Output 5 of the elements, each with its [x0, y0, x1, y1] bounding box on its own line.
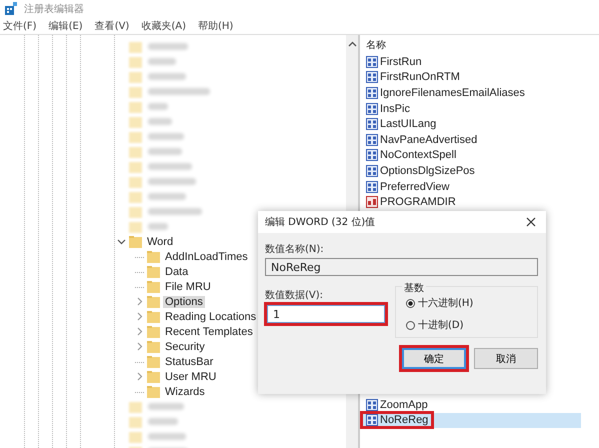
dialog-title: 编辑 DWORD (32 位)值 — [265, 216, 376, 229]
field-label: 数值数据(V): — [265, 289, 324, 302]
window-title: 注册表编辑器 — [24, 2, 84, 16]
group-label: 基数 — [402, 281, 426, 295]
field-label: 数值名称(N): — [265, 243, 325, 256]
